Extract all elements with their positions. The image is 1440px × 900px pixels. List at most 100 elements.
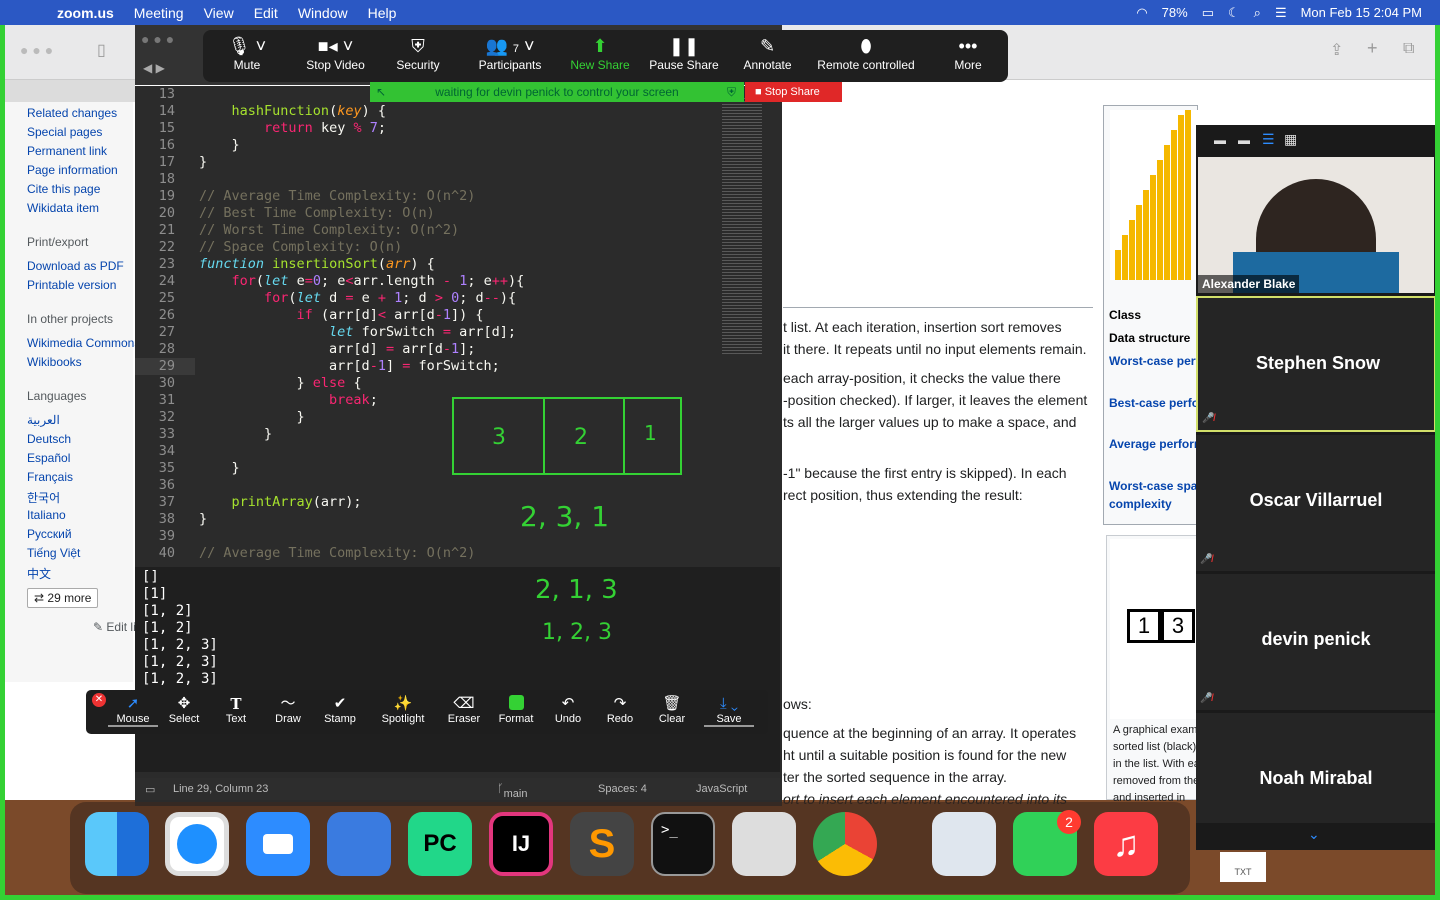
search-icon[interactable]: ⌕ (1254, 5, 1261, 21)
print-heading: Print/export (27, 235, 89, 249)
lang-korean[interactable]: 한국어 (27, 489, 60, 506)
undo-button[interactable]: ↶ Undo (543, 695, 593, 725)
lang-french[interactable]: Français (27, 470, 73, 484)
remote-control-button[interactable]: ⬮ Remote controlled (811, 30, 921, 82)
moon-icon[interactable]: ☾ (1228, 5, 1240, 21)
lang-russian[interactable]: Русский (27, 527, 72, 541)
xcode-icon[interactable] (327, 812, 391, 876)
code-area[interactable]: 13 14 15 16 17 18 19 20 21 22 23 24 25 26 27 28 29 30 31 32… (135, 86, 782, 564)
infobox-best-case[interactable]: Best-case performance (1109, 396, 1199, 410)
menu-edit[interactable]: Edit (254, 5, 278, 21)
text-tool[interactable]: T Text (211, 695, 261, 725)
link-commons[interactable]: Wikimedia Commons (27, 336, 140, 350)
indent-setting[interactable]: Spaces: 4 (598, 783, 647, 795)
spotlight-tool[interactable]: ✨ Spotlight (377, 695, 429, 725)
build-output[interactable]: [] [1] [1, 2] [1, 2] [1, 2, 3] [1, 2, 3]… (135, 567, 780, 772)
video-tile-self[interactable]: Alexander Blake (1198, 157, 1434, 293)
video-tile[interactable]: Stephen Snow 🎤̸ (1196, 296, 1436, 432)
git-branch[interactable]: ᚴ main (497, 783, 527, 800)
calculator-icon[interactable] (732, 812, 796, 876)
mute-button[interactable]: 🎙 ˅ Mute (213, 30, 281, 82)
code-line: arr[d] = arr[d-1]; (199, 341, 476, 357)
lang-italian[interactable]: Italiano (27, 508, 66, 522)
infobox-worst-case[interactable]: Worst-case performance (1109, 354, 1199, 368)
share-icon[interactable]: ⇪ (1330, 40, 1343, 60)
link-wikibooks[interactable]: Wikibooks (27, 355, 82, 369)
stamp-tool[interactable]: ✔ Stamp (315, 695, 365, 725)
line-number: 20 (158, 205, 175, 221)
redo-button[interactable]: ↷ Redo (595, 695, 645, 725)
link-printable[interactable]: Printable version (27, 278, 116, 292)
video-tile[interactable]: devin penick 🎤̸ (1196, 574, 1436, 710)
music-icon[interactable]: ♫ (1094, 812, 1158, 876)
battery-icon[interactable]: ▭ (1202, 5, 1214, 21)
lang-chinese[interactable]: 中文 (27, 565, 51, 582)
save-button[interactable]: ⤓ ⌄ Save (704, 695, 754, 727)
strip-view-icon[interactable]: ▬ (1238, 133, 1250, 147)
new-tab-icon[interactable]: + (1367, 38, 1378, 59)
lang-arabic[interactable]: العربية (27, 413, 60, 427)
link-related-changes[interactable]: Related changes (27, 106, 117, 120)
mouse-tool[interactable]: ➚ Mouse (108, 695, 158, 727)
wifi-icon[interactable]: ◠ (1136, 5, 1147, 21)
infobox-worst-space[interactable]: Worst-case space (1109, 479, 1199, 493)
stop-share-button[interactable]: ■ Stop Share (745, 82, 842, 102)
zoom-icon[interactable] (246, 812, 310, 876)
scroll-down-icon[interactable]: ⌄ (1308, 826, 1320, 843)
video-camera-icon: ■◂ ˅ (317, 36, 354, 56)
traffic-lights-icon[interactable]: ● ● ● (141, 31, 174, 47)
menu-meeting[interactable]: Meeting (134, 5, 184, 21)
infobox-average[interactable]: Average performance (1109, 437, 1199, 451)
link-wikidata[interactable]: Wikidata item (27, 201, 99, 215)
sublime-text-icon[interactable]: S (570, 812, 634, 876)
clear-button[interactable]: 🗑 Clear (647, 695, 697, 725)
pycharm-icon[interactable]: PC (408, 812, 472, 876)
lang-vietnamese[interactable]: Tiếng Việt (27, 546, 80, 560)
draw-tool[interactable]: 〜 Draw (263, 695, 313, 725)
minimize-icon[interactable]: ▬ (1214, 133, 1226, 147)
txt-file-icon[interactable]: TXT (1220, 852, 1266, 882)
infobox-complexity[interactable]: complexity (1109, 497, 1199, 511)
menu-help[interactable]: Help (368, 5, 397, 21)
traffic-lights-icon[interactable]: ● ● ● (20, 42, 53, 58)
speaker-view-icon[interactable]: ☰ (1262, 131, 1275, 148)
menu-window[interactable]: Window (298, 5, 348, 21)
link-special-pages[interactable]: Special pages (27, 125, 102, 139)
pause-share-button[interactable]: ❚❚ Pause Share (645, 30, 723, 82)
new-share-button[interactable]: ⬆ New Share (565, 30, 635, 82)
panel-toggle-icon[interactable]: ▭ (145, 783, 155, 796)
tab-nav-icon[interactable]: ◀ ▶ (143, 61, 165, 75)
lang-german[interactable]: Deutsch (27, 432, 71, 446)
format-tool[interactable]: Format (491, 695, 541, 725)
link-page-info[interactable]: Page information (27, 163, 118, 177)
control-center-icon[interactable]: ☰ (1275, 5, 1287, 21)
gallery-view-icon[interactable]: ▦ (1284, 131, 1297, 148)
link-download-pdf[interactable]: Download as PDF (27, 259, 124, 273)
terminal-icon[interactable]: >_ (651, 812, 715, 876)
chrome-icon[interactable] (813, 812, 877, 876)
more-button[interactable]: ••• More (938, 30, 998, 82)
finder-icon[interactable] (85, 812, 149, 876)
sidebar-toggle-icon[interactable]: ▯ (97, 40, 106, 60)
preview-icon[interactable] (932, 812, 996, 876)
video-tile[interactable]: Oscar Villarruel 🎤̸ (1196, 435, 1436, 571)
select-tool[interactable]: ✥ Select (159, 695, 209, 725)
menu-view[interactable]: View (204, 5, 234, 21)
more-languages-button[interactable]: ⇄ 29 more (27, 588, 99, 608)
link-cite[interactable]: Cite this page (27, 182, 100, 196)
intellij-icon[interactable]: IJ (489, 812, 553, 876)
cursor-position[interactable]: Line 29, Column 23 (173, 783, 268, 795)
eraser-tool[interactable]: ⌫ Eraser (439, 695, 489, 725)
annotate-button[interactable]: ✎ Annotate (735, 30, 800, 82)
close-annotation-icon[interactable]: ✕ (92, 693, 106, 707)
tabs-overview-icon[interactable]: ⧉ (1403, 40, 1414, 58)
menu-app-name[interactable]: zoom.us (57, 5, 114, 21)
syntax-setting[interactable]: JavaScript (696, 783, 747, 795)
security-button[interactable]: ⛨ Security (388, 30, 448, 82)
safari-icon[interactable] (165, 812, 229, 876)
video-tile[interactable]: Noah Mirabal (1196, 713, 1436, 823)
stop-video-button[interactable]: ■◂ ˅ Stop Video (298, 30, 373, 82)
link-permanent[interactable]: Permanent link (27, 144, 107, 158)
lang-spanish[interactable]: Español (27, 451, 70, 465)
participants-button[interactable]: 👥 7 ˅ Participants (465, 30, 555, 82)
